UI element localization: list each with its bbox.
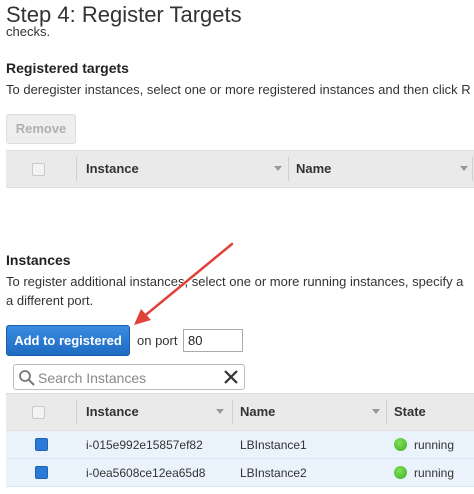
instance-id: i-015e992e15857ef82 (86, 438, 203, 452)
column-separator (288, 157, 289, 181)
sort-caret-icon[interactable] (216, 409, 224, 414)
column-separator (232, 400, 233, 424)
column-separator (386, 400, 387, 424)
page-title-suffix: checks. (6, 24, 51, 39)
instance-id: i-0ea5608ce12ea65d8 (86, 466, 206, 480)
sort-caret-icon[interactable] (274, 166, 282, 171)
table-row[interactable]: i-0ea5608ce12ea65d8 LBInstance2 running (6, 459, 474, 487)
instance-name: LBInstance2 (240, 466, 307, 480)
row-checkbox[interactable] (35, 466, 48, 479)
table-row[interactable]: i-015e992e15857ef82 LBInstance1 running (6, 431, 474, 459)
search-icon (19, 370, 35, 386)
instances-description-line2: a different port. (6, 293, 94, 308)
column-separator (76, 157, 77, 181)
registered-targets-heading: Registered targets (6, 60, 129, 76)
row-checkbox[interactable] (35, 438, 48, 451)
sort-caret-icon[interactable] (460, 166, 468, 171)
search-instances-input[interactable]: Search Instances (13, 364, 245, 390)
running-status-icon (394, 466, 407, 479)
registered-instance-column-header[interactable]: Instance (86, 161, 139, 176)
state-column-header[interactable]: State (394, 404, 426, 419)
name-column-header[interactable]: Name (240, 404, 275, 419)
select-all-registered-checkbox[interactable] (32, 163, 45, 176)
running-status-icon (394, 438, 407, 451)
search-placeholder: Search Instances (38, 370, 147, 386)
registered-table-header: Instance Name (6, 150, 474, 188)
registered-name-column-header[interactable]: Name (296, 161, 331, 176)
on-port-label: on port (137, 333, 178, 348)
sort-caret-icon[interactable] (372, 409, 380, 414)
port-input[interactable] (183, 329, 243, 352)
instance-name: LBInstance1 (240, 438, 307, 452)
clear-search-icon[interactable] (224, 370, 238, 384)
instance-state: running (414, 466, 455, 480)
remove-button[interactable]: Remove (6, 114, 76, 144)
registered-targets-description: To deregister instances, select one or m… (6, 82, 471, 97)
column-separator (76, 400, 77, 424)
add-to-registered-button[interactable]: Add to registered (6, 325, 130, 356)
instances-table-header: Instance Name State (6, 393, 474, 431)
column-separator (472, 157, 473, 181)
instance-column-header[interactable]: Instance (86, 404, 139, 419)
instance-state: running (414, 438, 455, 452)
select-all-instances-checkbox[interactable] (32, 406, 45, 419)
instances-heading: Instances (6, 252, 71, 268)
instances-description-line1: To register additional instances, select… (6, 274, 464, 289)
